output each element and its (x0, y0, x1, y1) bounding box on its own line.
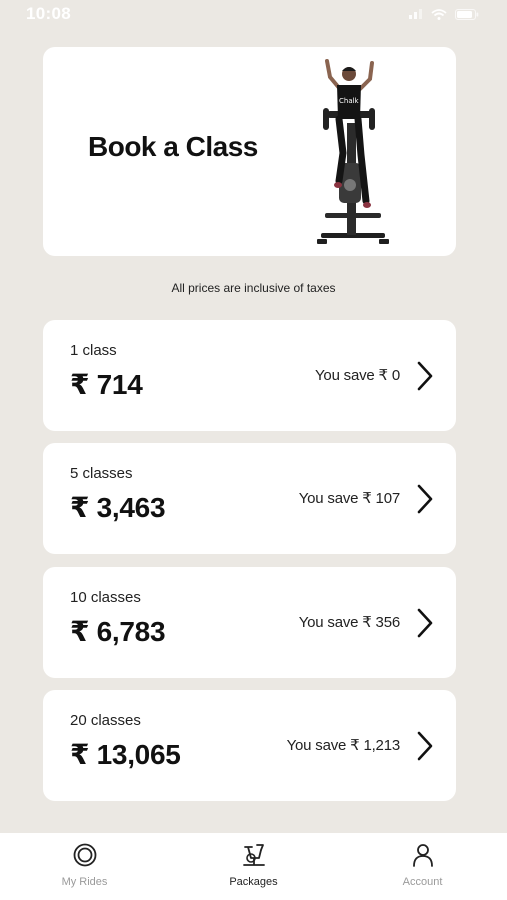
package-savings: You save ₹ 0 (315, 367, 400, 384)
rides-icon (73, 843, 96, 867)
page-title: Book a Class (88, 131, 258, 162)
nav-item-my-rides[interactable]: My Rides (0, 833, 169, 900)
package-savings: You save ₹ 107 (298, 490, 400, 507)
nav-label: My Rides (61, 876, 108, 888)
bottom-nav: My Rides Packages Account (0, 833, 507, 900)
chevron-right-icon[interactable] (414, 606, 436, 640)
package-label: 1 class (70, 342, 117, 359)
tax-note: All prices are inclusive of taxes (171, 281, 336, 295)
nav-label: Packages (229, 876, 278, 888)
package-price: ₹ 6,783 (70, 616, 166, 647)
package-card-1[interactable]: 1 class ₹ 714 You save ₹ 0 (43, 320, 456, 431)
spin-bike-rider-image: Chalk (317, 59, 389, 244)
nav-item-packages[interactable]: Packages (169, 833, 338, 900)
bike-icon (242, 844, 265, 866)
chevron-right-icon[interactable] (414, 359, 436, 393)
status-icons (409, 8, 479, 20)
status-time: 10:08 (26, 4, 71, 23)
package-label: 5 classes (70, 465, 133, 482)
package-price: ₹ 13,065 (70, 739, 181, 770)
package-price: ₹ 714 (70, 369, 143, 400)
nav-label: Account (402, 876, 443, 888)
package-savings: You save ₹ 356 (298, 614, 400, 631)
package-savings: You save ₹ 1,213 (286, 737, 401, 754)
person-icon (412, 844, 433, 867)
shirt-logo-text: Chalk (339, 97, 360, 105)
package-price: ₹ 3,463 (70, 492, 166, 523)
package-label: 10 classes (70, 589, 141, 606)
chevron-right-icon[interactable] (414, 482, 436, 516)
hero-banner: Book a Class Chalk (43, 47, 456, 256)
battery-icon (455, 8, 479, 20)
package-label: 20 classes (70, 712, 141, 729)
status-bar: 10:08 (0, 0, 507, 28)
signal-icon (409, 9, 422, 19)
package-card-20[interactable]: 20 classes ₹ 13,065 You save ₹ 1,213 (43, 690, 456, 801)
package-card-5[interactable]: 5 classes ₹ 3,463 You save ₹ 107 (43, 443, 456, 554)
nav-item-account[interactable]: Account (338, 833, 507, 900)
wifi-icon (431, 8, 447, 20)
chevron-right-icon[interactable] (414, 729, 436, 763)
package-card-10[interactable]: 10 classes ₹ 6,783 You save ₹ 356 (43, 567, 456, 678)
